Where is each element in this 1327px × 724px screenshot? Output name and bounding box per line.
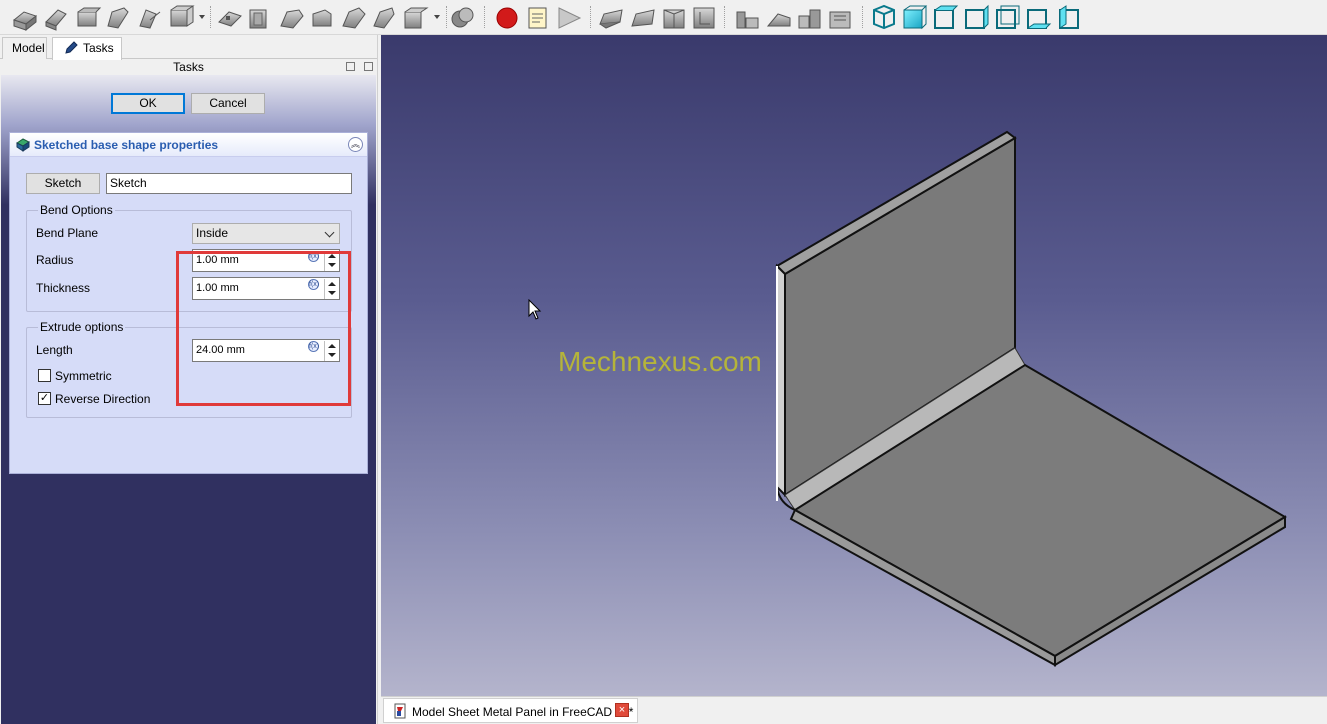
measure-angle-icon[interactable] [766, 13, 791, 27]
cancel-button[interactable]: Cancel [191, 93, 265, 114]
sketch-button[interactable]: Sketch [26, 173, 100, 194]
toolbar-separator [724, 6, 725, 28]
panel-tabs: Model Tasks [0, 35, 377, 60]
add-relief-icon[interactable] [170, 5, 195, 27]
extrude-icon[interactable] [77, 7, 102, 27]
extrude-options-title: Extrude options [38, 320, 126, 334]
symmetric-checkbox[interactable] [38, 369, 51, 382]
cylinder-shape-icon[interactable] [663, 9, 685, 29]
tab-tasks-label: Tasks [83, 41, 114, 55]
bend-icon[interactable] [280, 9, 304, 29]
3d-viewport[interactable]: Mechnexus.com [381, 35, 1327, 696]
chevron-down-icon[interactable] [199, 15, 205, 19]
wall-side-edge [776, 263, 786, 498]
restore-icon[interactable] [364, 62, 373, 71]
combo-view-panel: Model Tasks Tasks OK Cancel Sketched bas… [0, 35, 377, 724]
sketch-field[interactable]: Sketch [106, 173, 352, 194]
toolbar-separator [590, 6, 591, 28]
watermark-text: Mechnexus.com [558, 346, 762, 377]
freecad-document-icon [394, 703, 406, 719]
macro-run-icon[interactable] [558, 7, 582, 29]
view-front-icon[interactable] [903, 5, 928, 30]
highlight-annotation [176, 251, 351, 406]
add-fold-icon[interactable] [107, 7, 129, 29]
view-right-icon[interactable] [965, 4, 989, 30]
view-bottom-icon[interactable] [1027, 9, 1052, 29]
sketch-on-sheet-icon[interactable] [404, 7, 429, 29]
float-icon[interactable] [346, 62, 355, 71]
collapse-icon[interactable]: ︽ [348, 137, 363, 152]
corner-relief-icon[interactable] [218, 11, 242, 27]
dialog-button-bar: OK Cancel [1, 75, 376, 125]
document-tab-bar: Model Sheet Metal Panel in FreeCAD : 1* … [381, 696, 1327, 724]
macro-edit-icon[interactable] [528, 7, 547, 29]
reverse-direction-checkbox[interactable]: ✓ [38, 392, 51, 405]
unfold-icon[interactable] [139, 9, 161, 29]
measure-clear-icon[interactable] [829, 11, 851, 29]
bend-plane-select[interactable]: Inside [192, 223, 340, 244]
shell-icon[interactable] [693, 7, 715, 29]
macro-record-icon[interactable] [496, 7, 518, 29]
toolbar-separator [484, 6, 485, 28]
document-tab-title: Model Sheet Metal Panel in FreeCAD : 1* [412, 705, 634, 719]
checkmark-icon: ✓ [39, 392, 50, 404]
form-icon[interactable] [373, 7, 395, 29]
ok-button[interactable]: OK [111, 93, 185, 114]
view-top-icon[interactable] [934, 5, 959, 29]
sheet-metal-base-icon[interactable] [12, 11, 38, 32]
pencil-icon [65, 41, 78, 54]
toolbar-separator [210, 6, 211, 28]
bend-options-title: Bend Options [38, 203, 115, 217]
length-label: Length [36, 343, 73, 357]
chevron-down-icon [324, 227, 335, 238]
toolbar-separator [862, 6, 863, 28]
junction-icon[interactable] [249, 9, 267, 29]
measure-icon[interactable] [736, 11, 759, 29]
tasks-header-label: Tasks [173, 60, 204, 74]
taskbox-header: Sketched base shape properties ︽ [10, 133, 367, 157]
document-tab[interactable]: Model Sheet Metal Panel in FreeCAD : 1* … [383, 698, 638, 723]
add-wall-icon[interactable] [45, 9, 67, 31]
view-left-icon[interactable] [1059, 5, 1079, 29]
tab-model-label: Model [12, 41, 45, 55]
sheet-metal-base-icon [16, 138, 30, 152]
box-icon[interactable] [599, 9, 623, 29]
wedge-icon[interactable] [631, 9, 655, 27]
view-rear-icon[interactable] [996, 5, 1020, 29]
bend-plane-label: Bend Plane [36, 226, 99, 240]
reverse-direction-label: Reverse Direction [55, 392, 151, 406]
close-icon[interactable]: × [615, 703, 629, 717]
solid-bend-icon[interactable] [342, 7, 366, 29]
measure-linear-icon[interactable] [798, 9, 821, 29]
view-isometric-icon[interactable] [873, 4, 895, 30]
symmetric-label: Symmetric [55, 369, 112, 383]
tasks-header: Tasks [0, 59, 377, 75]
boolean-icon[interactable] [451, 7, 474, 28]
main-toolbar [0, 0, 1327, 35]
sheet-metal-model [775, 130, 1287, 667]
toolbar-separator [446, 6, 447, 28]
radius-label: Radius [36, 253, 74, 267]
bend-plane-value: Inside [196, 226, 229, 240]
tab-tasks[interactable]: Tasks [52, 37, 122, 60]
taskbox-title: Sketched base shape properties [34, 138, 219, 152]
chevron-down-icon[interactable] [434, 15, 440, 19]
mouse-cursor-icon [528, 299, 542, 320]
thickness-label: Thickness [36, 281, 91, 295]
tab-model[interactable]: Model [2, 37, 47, 59]
corner-icon[interactable] [312, 9, 332, 27]
